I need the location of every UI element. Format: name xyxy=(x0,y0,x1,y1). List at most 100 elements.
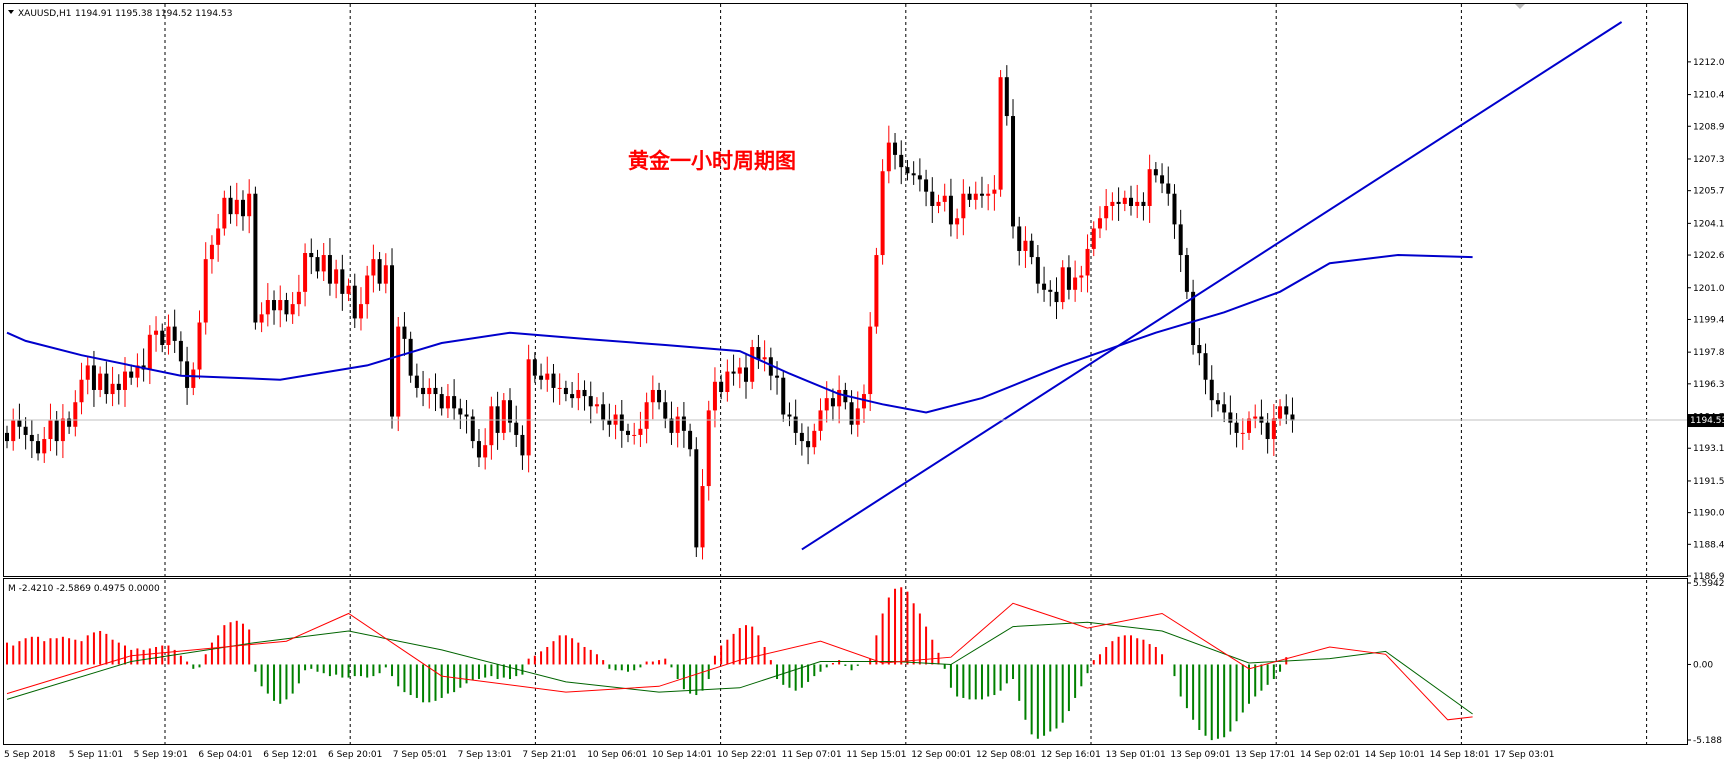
candle-body xyxy=(1017,226,1022,251)
candle-body xyxy=(607,420,612,425)
candle-body xyxy=(17,420,22,427)
candle-body xyxy=(675,416,680,433)
candle-body xyxy=(886,142,891,172)
candle-body xyxy=(638,428,643,435)
candle-body xyxy=(756,347,761,360)
candle-body xyxy=(526,359,531,456)
candle-body xyxy=(917,175,922,180)
candle-body xyxy=(663,402,668,419)
time-axis: 5 Sep 2018 5 Sep 11:01 5 Sep 19:01 6 Sep 04… xyxy=(4,750,1554,760)
candle-body xyxy=(439,394,444,409)
candle-body xyxy=(402,326,407,339)
ohlc-label: 1194.91 1195.38 1194.52 1194.53 xyxy=(75,9,232,19)
y-tick-label: 1199.45 xyxy=(1693,315,1725,325)
candle-body xyxy=(54,420,59,442)
y-tick-label: 1197.85 xyxy=(1693,348,1725,358)
candle-body xyxy=(979,193,984,196)
candle-body xyxy=(874,255,879,327)
candle-body xyxy=(222,197,227,229)
candle-body xyxy=(1054,291,1059,303)
candle-body xyxy=(209,244,214,260)
candle-body xyxy=(358,304,363,319)
candle-body xyxy=(694,449,699,548)
candle-body xyxy=(315,257,320,272)
candle-body xyxy=(147,334,152,370)
candle-body xyxy=(563,387,568,395)
candle-body xyxy=(539,375,544,380)
y-tick-label: 1208.90 xyxy=(1693,122,1725,132)
candle-body xyxy=(899,154,904,168)
candle-body xyxy=(520,434,525,456)
candle-body xyxy=(185,361,190,388)
candle-body xyxy=(942,195,947,202)
candle-body xyxy=(265,300,270,315)
candle-body xyxy=(240,199,245,217)
candle-body xyxy=(1253,416,1258,419)
x-tick-label: 7 Sep 21:01 xyxy=(522,750,576,760)
candle-body xyxy=(1278,406,1283,419)
candle-body xyxy=(1234,422,1239,433)
candle-body xyxy=(594,404,599,407)
candle-body xyxy=(1203,353,1208,380)
candle-body xyxy=(1166,183,1171,194)
x-tick-label: 12 Sep 16:01 xyxy=(1041,750,1101,760)
y-tick-label: 1193.15 xyxy=(1693,444,1725,454)
candle-body xyxy=(998,77,1003,190)
candle-body xyxy=(837,389,842,407)
macd-header-label: M -2.4210 -2.5869 0.4975 0.0000 xyxy=(8,584,160,594)
candle-body xyxy=(433,387,438,395)
candle-body xyxy=(930,191,935,206)
candle-body xyxy=(334,269,339,284)
candle-body xyxy=(464,414,469,417)
candle-body xyxy=(1135,201,1140,206)
candle-body xyxy=(228,197,233,215)
candle-body xyxy=(532,359,537,376)
candle-body xyxy=(830,398,835,407)
candle-body xyxy=(1240,432,1245,434)
y-tick-label: 5.5942 xyxy=(1693,579,1725,589)
candle-body xyxy=(911,173,916,176)
candle-body xyxy=(1228,412,1233,423)
x-tick-label: 13 Sep 17:01 xyxy=(1235,750,1295,760)
candle-body xyxy=(1160,175,1165,184)
y-tick-label: 1205.75 xyxy=(1693,187,1725,197)
candle-body xyxy=(743,367,748,382)
candle-body xyxy=(1023,240,1028,251)
candle-body xyxy=(340,269,345,294)
candle-body xyxy=(129,371,134,378)
candle-body xyxy=(986,193,991,196)
candle-body xyxy=(23,426,28,435)
candle-body xyxy=(501,400,506,433)
candle-body xyxy=(799,432,804,442)
candle-body xyxy=(1110,201,1115,206)
candle-body xyxy=(681,416,686,431)
candle-body xyxy=(806,441,811,448)
candle-body xyxy=(706,410,711,487)
x-tick-label: 14 Sep 02:01 xyxy=(1300,750,1360,760)
x-tick-label: 12 Sep 00:01 xyxy=(911,750,971,760)
candle-body xyxy=(1079,275,1084,278)
candle-body xyxy=(948,195,953,225)
y-tick-label: 1207.30 xyxy=(1693,155,1725,165)
candle-body xyxy=(253,193,258,323)
candle-body xyxy=(967,193,972,200)
x-tick-label: 6 Sep 12:01 xyxy=(263,750,317,760)
chart-annotation: 黄金一小时周期图 xyxy=(628,148,796,173)
candle-body xyxy=(60,418,65,442)
y-tick-label: 0.00 xyxy=(1693,660,1713,670)
x-tick-label: 7 Sep 13:01 xyxy=(458,750,512,760)
x-tick-label: 14 Sep 10:01 xyxy=(1365,750,1425,760)
candle-body xyxy=(1011,116,1016,227)
candle-body xyxy=(1141,201,1146,206)
candle-body xyxy=(992,189,997,194)
candle-body xyxy=(110,383,115,395)
candle-body xyxy=(650,389,655,403)
candle-body xyxy=(1085,248,1090,276)
candle-body xyxy=(284,300,289,315)
candle-body xyxy=(973,193,978,200)
candle-body xyxy=(1284,406,1289,415)
candle-body xyxy=(719,381,724,393)
candle-body xyxy=(160,330,165,345)
x-tick-label: 10 Sep 14:01 xyxy=(652,750,712,760)
candle-body xyxy=(1035,257,1040,284)
